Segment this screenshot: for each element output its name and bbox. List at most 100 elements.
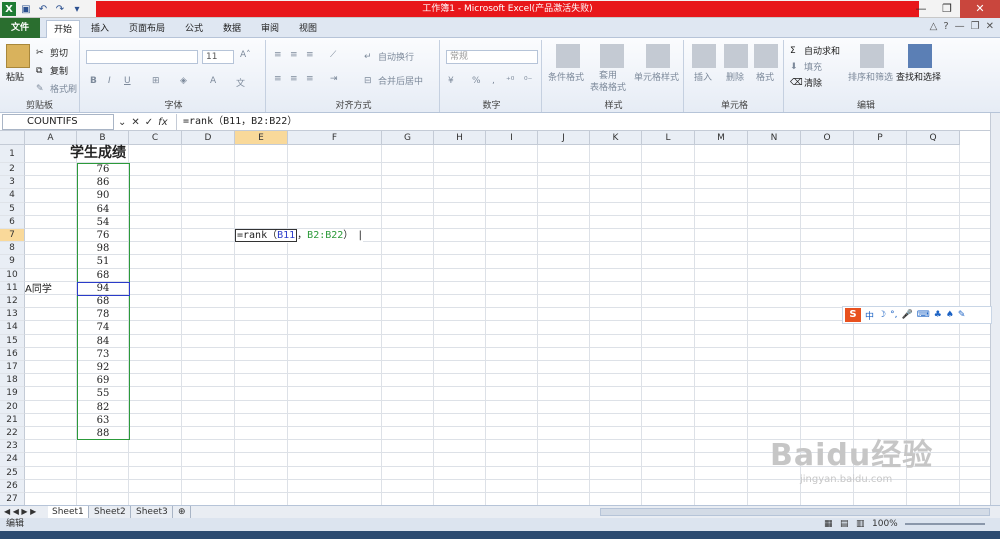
redo-icon[interactable]: ↷ <box>53 2 67 16</box>
row-header-19[interactable]: 19 <box>0 387 25 401</box>
currency-icon[interactable]: ¥ <box>448 76 454 86</box>
align-left-icon[interactable]: ≡ <box>274 74 282 84</box>
customize-qat-icon[interactable]: ▾ <box>70 2 84 16</box>
row-header-1[interactable]: 1 <box>0 145 25 163</box>
row-header-12[interactable]: 12 <box>0 295 25 309</box>
autosum-button[interactable]: Σ 自动求和 <box>790 44 840 58</box>
orientation-icon[interactable]: ⟋ <box>330 50 336 60</box>
sheet-nav-icons[interactable]: ◀ ◀ ▶ ▶ <box>4 506 36 518</box>
ime-toolbar[interactable]: S 中 ☽ °, 🎤 ⌨ ♣ ♠ ✎ <box>842 306 992 324</box>
zoom-level[interactable]: 100% <box>872 518 898 531</box>
paste-icon[interactable] <box>6 44 30 68</box>
align-right-icon[interactable]: ≡ <box>306 74 314 84</box>
align-bottom-icon[interactable]: ≡ <box>306 50 314 60</box>
delete-cells-button[interactable]: 删除 <box>726 70 744 83</box>
insert-cells-icon[interactable] <box>692 44 716 68</box>
clear-button[interactable]: ⌫清除 <box>790 76 822 90</box>
format-cells-icon[interactable] <box>754 44 778 68</box>
tab-home[interactable]: 开始 <box>46 20 80 39</box>
formula-input[interactable]: =rank（B11，B2:B22） <box>176 114 988 130</box>
percent-button[interactable]: % <box>472 76 481 86</box>
bold-button[interactable]: B <box>90 76 97 86</box>
fill-color-icon[interactable]: ◈ <box>180 76 187 86</box>
cell-b1-title[interactable]: 学生成绩 <box>70 145 126 162</box>
border-icon[interactable]: ⊞ <box>152 76 160 86</box>
sort-filter-button[interactable]: 排序和筛选 <box>848 70 893 83</box>
row-header-20[interactable]: 20 <box>0 400 25 414</box>
row-header-14[interactable]: 14 <box>0 321 25 335</box>
merge-center-button[interactable]: ⊟ 合并后居中 <box>364 74 423 88</box>
wrench-icon[interactable]: ✎ <box>958 310 966 320</box>
comma-button[interactable]: , <box>492 76 495 86</box>
row-header-7[interactable]: 7 <box>0 229 25 243</box>
font-size-combo[interactable]: 11 <box>202 50 234 64</box>
row-header-17[interactable]: 17 <box>0 361 25 375</box>
column-header-b[interactable]: B <box>77 131 129 145</box>
binoculars-icon[interactable] <box>908 44 932 68</box>
cell-e7-editor[interactable]: =rank（B11 ，B2:B22） | <box>235 229 364 243</box>
row-header-24[interactable]: 24 <box>0 453 25 467</box>
row-header-22[interactable]: 22 <box>0 427 25 441</box>
format-painter-button[interactable]: ✎ 格式刷 <box>36 82 77 96</box>
grow-font-icon[interactable]: A˄ <box>240 50 251 60</box>
tab-sheet3[interactable]: Sheet3 <box>132 506 173 518</box>
row-header-8[interactable]: 8 <box>0 242 25 256</box>
underline-button[interactable]: U <box>124 76 131 86</box>
undo-icon[interactable]: ↶ <box>36 2 50 16</box>
column-header-g[interactable]: G <box>382 131 434 145</box>
insert-function-icon[interactable]: fx <box>158 117 167 128</box>
row-header-3[interactable]: 3 <box>0 176 25 190</box>
tab-sheet2[interactable]: Sheet2 <box>90 506 131 518</box>
close-button[interactable]: ✕ <box>960 0 1000 18</box>
ime-lang[interactable]: 中 <box>865 309 874 322</box>
enter-icon[interactable]: ✓ <box>145 117 153 128</box>
tab-view[interactable]: 视图 <box>292 20 324 38</box>
row-header-10[interactable]: 10 <box>0 268 25 282</box>
row-header-11[interactable]: 11 <box>0 281 25 295</box>
column-header-q[interactable]: Q <box>907 131 960 145</box>
keyboard-icon[interactable]: ⌨ <box>917 310 930 320</box>
phonetic-icon[interactable]: 文 <box>236 76 245 89</box>
insert-cells-button[interactable]: 插入 <box>694 70 712 83</box>
decrease-decimal-icon[interactable]: ⁰⁻ <box>524 76 532 86</box>
row-header-23[interactable]: 23 <box>0 440 25 454</box>
ribbon-minimize-icon[interactable]: △ <box>930 21 938 32</box>
cell-styles-button[interactable]: 单元格样式 <box>634 70 679 83</box>
tab-page-layout[interactable]: 页面布局 <box>122 20 172 38</box>
cancel-icon[interactable]: ✕ <box>131 117 139 128</box>
copy-button[interactable]: ⧉ 复制 <box>36 64 68 78</box>
row-header-9[interactable]: 9 <box>0 255 25 269</box>
excel-icon[interactable]: X <box>2 2 16 16</box>
row-header-5[interactable]: 5 <box>0 202 25 216</box>
increase-decimal-icon[interactable]: ⁺⁰ <box>506 76 514 86</box>
skin-icon[interactable]: ♣ <box>934 310 942 320</box>
column-header-o[interactable]: O <box>801 131 854 145</box>
align-center-icon[interactable]: ≡ <box>290 74 298 84</box>
font-name-combo[interactable] <box>86 50 198 64</box>
align-top-icon[interactable]: ≡ <box>274 50 282 60</box>
row-header-27[interactable]: 27 <box>0 493 25 505</box>
cell-styles-icon[interactable] <box>646 44 670 68</box>
doc-close-icon[interactable]: ✕ <box>986 21 994 32</box>
mic-icon[interactable]: 🎤 <box>901 310 912 320</box>
restore-button[interactable]: ❐ <box>934 0 960 18</box>
table-format-button[interactable]: 套用 表格格式 <box>590 70 626 94</box>
tab-review[interactable]: 审阅 <box>254 20 286 38</box>
normal-view-icon[interactable]: ▦ <box>824 518 833 531</box>
paste-button[interactable]: 粘贴 <box>6 70 24 83</box>
table-format-icon[interactable] <box>600 44 624 68</box>
column-header-c[interactable]: C <box>129 131 182 145</box>
doc-minimize-icon[interactable]: — <box>955 21 965 32</box>
column-header-k[interactable]: K <box>590 131 642 145</box>
shirt-icon[interactable]: ♠ <box>946 310 954 320</box>
punct-icon[interactable]: °, <box>890 310 897 320</box>
help-icon[interactable]: ? <box>943 21 948 32</box>
sogou-logo-icon[interactable]: S <box>845 308 861 322</box>
font-color-icon[interactable]: A <box>210 76 216 86</box>
sort-filter-icon[interactable] <box>860 44 884 68</box>
row-header-16[interactable]: 16 <box>0 347 25 361</box>
column-header-e[interactable]: E <box>235 131 288 145</box>
page-layout-view-icon[interactable]: ▤ <box>840 518 849 531</box>
cell-a11[interactable]: A同学 <box>25 283 52 296</box>
delete-cells-icon[interactable] <box>724 44 748 68</box>
